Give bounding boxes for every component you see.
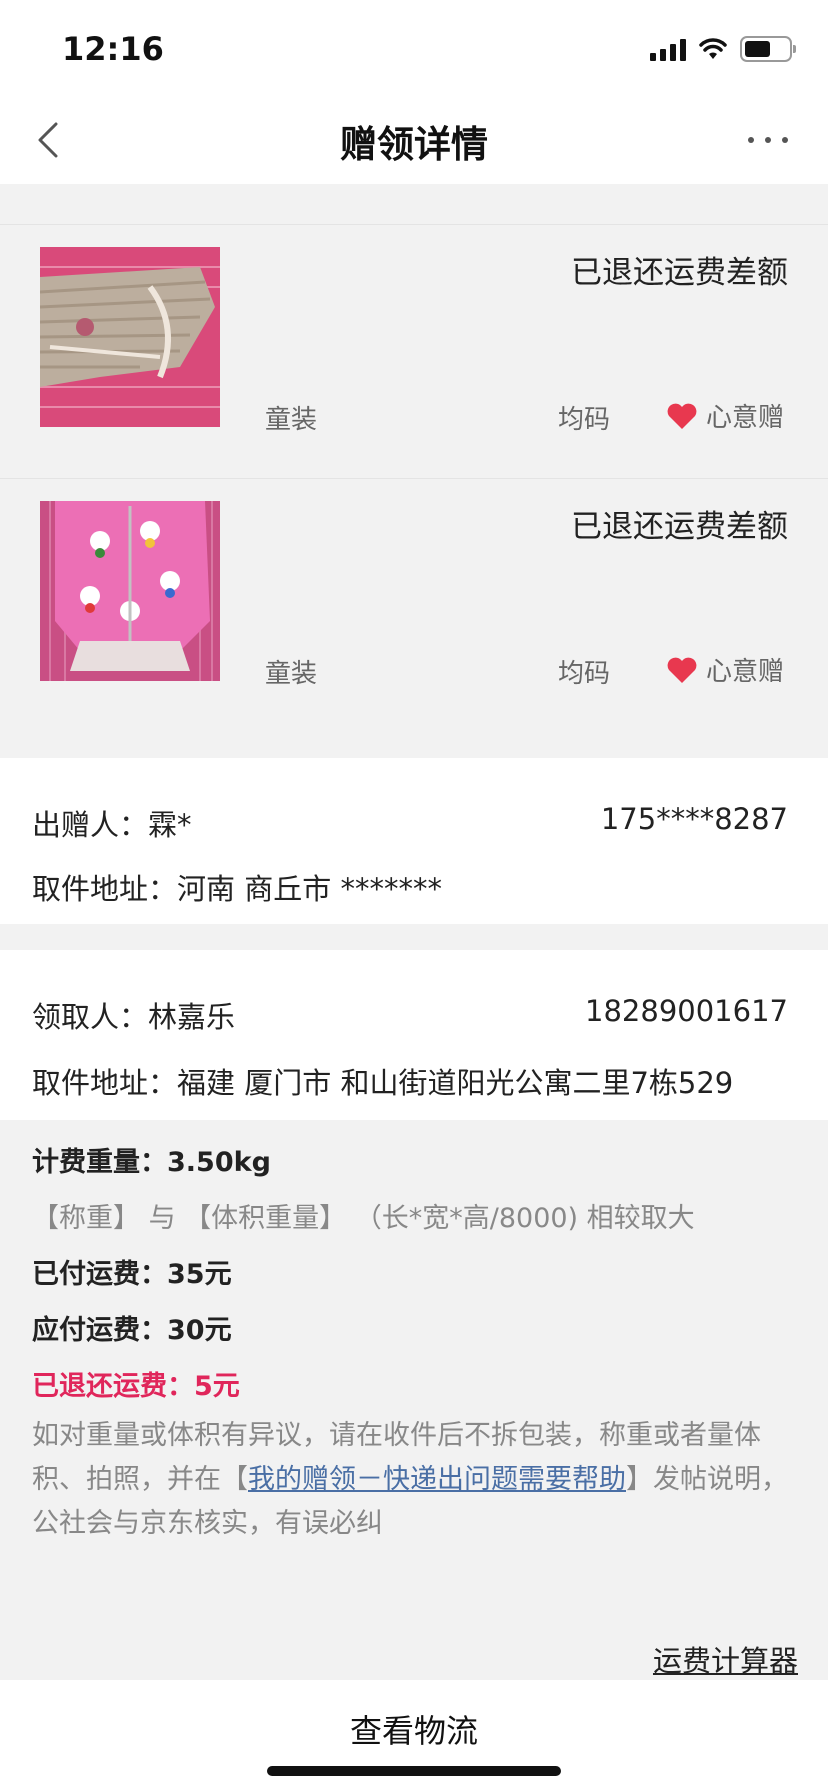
weight-note: 【称重】 与 【体积重量】 （长*宽*高/8000) 相较取大 (32, 1203, 695, 1234)
wifi-icon (699, 38, 727, 59)
receiver-name: 领取人：林嘉乐 (32, 1000, 236, 1034)
status-bar: 12:16 (0, 0, 828, 96)
list-item[interactable]: 已退还运费差额 童装 均码 心意赠 (0, 224, 828, 478)
item-photo (40, 247, 220, 427)
giver-name: 出赠人：霖* (32, 808, 192, 842)
help-link[interactable]: 我的赠领－快递出问题需要帮助 (248, 1464, 626, 1495)
charged-weight: 计费重量：3.50kg (32, 1147, 271, 1178)
shipping-calculator-link[interactable]: 运费计算器 (653, 1638, 798, 1680)
page-title: 赠领详情 (340, 123, 488, 166)
receiver-phone: 18289001617 (585, 994, 788, 1028)
item-category: 童装 (265, 405, 318, 435)
item-status: 已退还运费差额 (571, 255, 788, 291)
view-logistics-button[interactable]: 查看物流 (0, 1706, 828, 1752)
item-tag-label: 心意赠 (706, 403, 785, 433)
giver-address: 取件地址：河南 商丘市 ******* (32, 872, 442, 906)
heart-icon (667, 657, 697, 683)
item-tag: 心意赠 (666, 651, 784, 688)
item-photo (40, 501, 220, 681)
battery-icon (740, 36, 796, 62)
payable-fee: 应付运费：30元 (32, 1315, 232, 1346)
help-text: 如对重量或体积有异议，请在收件后不拆包装，称重或者量体积、拍照，并在【我的赠领－… (32, 1420, 788, 1539)
fee-section: 计费重量：3.50kg 【称重】 与 【体积重量】 （长*宽*高/8000) 相… (0, 1120, 828, 1566)
item-list: 已退还运费差额 童装 均码 心意赠 已退还运费差额 童装 均码 心意赠 (0, 224, 828, 732)
receiver-address: 取件地址：福建 厦门市 和山街道阳光公寓二里7栋529 (32, 1066, 734, 1100)
paid-fee: 已付运费：35元 (32, 1259, 232, 1290)
home-indicator[interactable] (267, 1766, 561, 1776)
status-time: 12:16 (62, 30, 164, 68)
item-tag: 心意赠 (666, 397, 784, 434)
list-item[interactable]: 已退还运费差额 童装 均码 心意赠 (0, 478, 828, 732)
heart-icon (667, 403, 697, 429)
item-category: 童装 (265, 659, 318, 689)
signal-icon (650, 37, 686, 61)
item-status: 已退还运费差额 (571, 509, 788, 545)
receiver-card: 领取人：林嘉乐 18289001617 取件地址：福建 厦门市 和山街道阳光公寓… (0, 950, 828, 1120)
giver-phone: 175****8287 (600, 802, 788, 836)
status-icons (650, 34, 796, 64)
nav-bar: 赠领详情 (0, 96, 828, 184)
item-tag-label: 心意赠 (706, 657, 785, 687)
item-size: 均码 (558, 405, 611, 435)
giver-card: 出赠人：霖* 175****8287 取件地址：河南 商丘市 ******* (0, 758, 828, 924)
more-button[interactable] (748, 124, 788, 156)
item-size: 均码 (558, 659, 611, 689)
more-dots-icon (748, 137, 754, 143)
refunded-fee: 已退还运费：5元 (32, 1371, 240, 1402)
bottom-bar: 查看物流 (0, 1680, 828, 1792)
